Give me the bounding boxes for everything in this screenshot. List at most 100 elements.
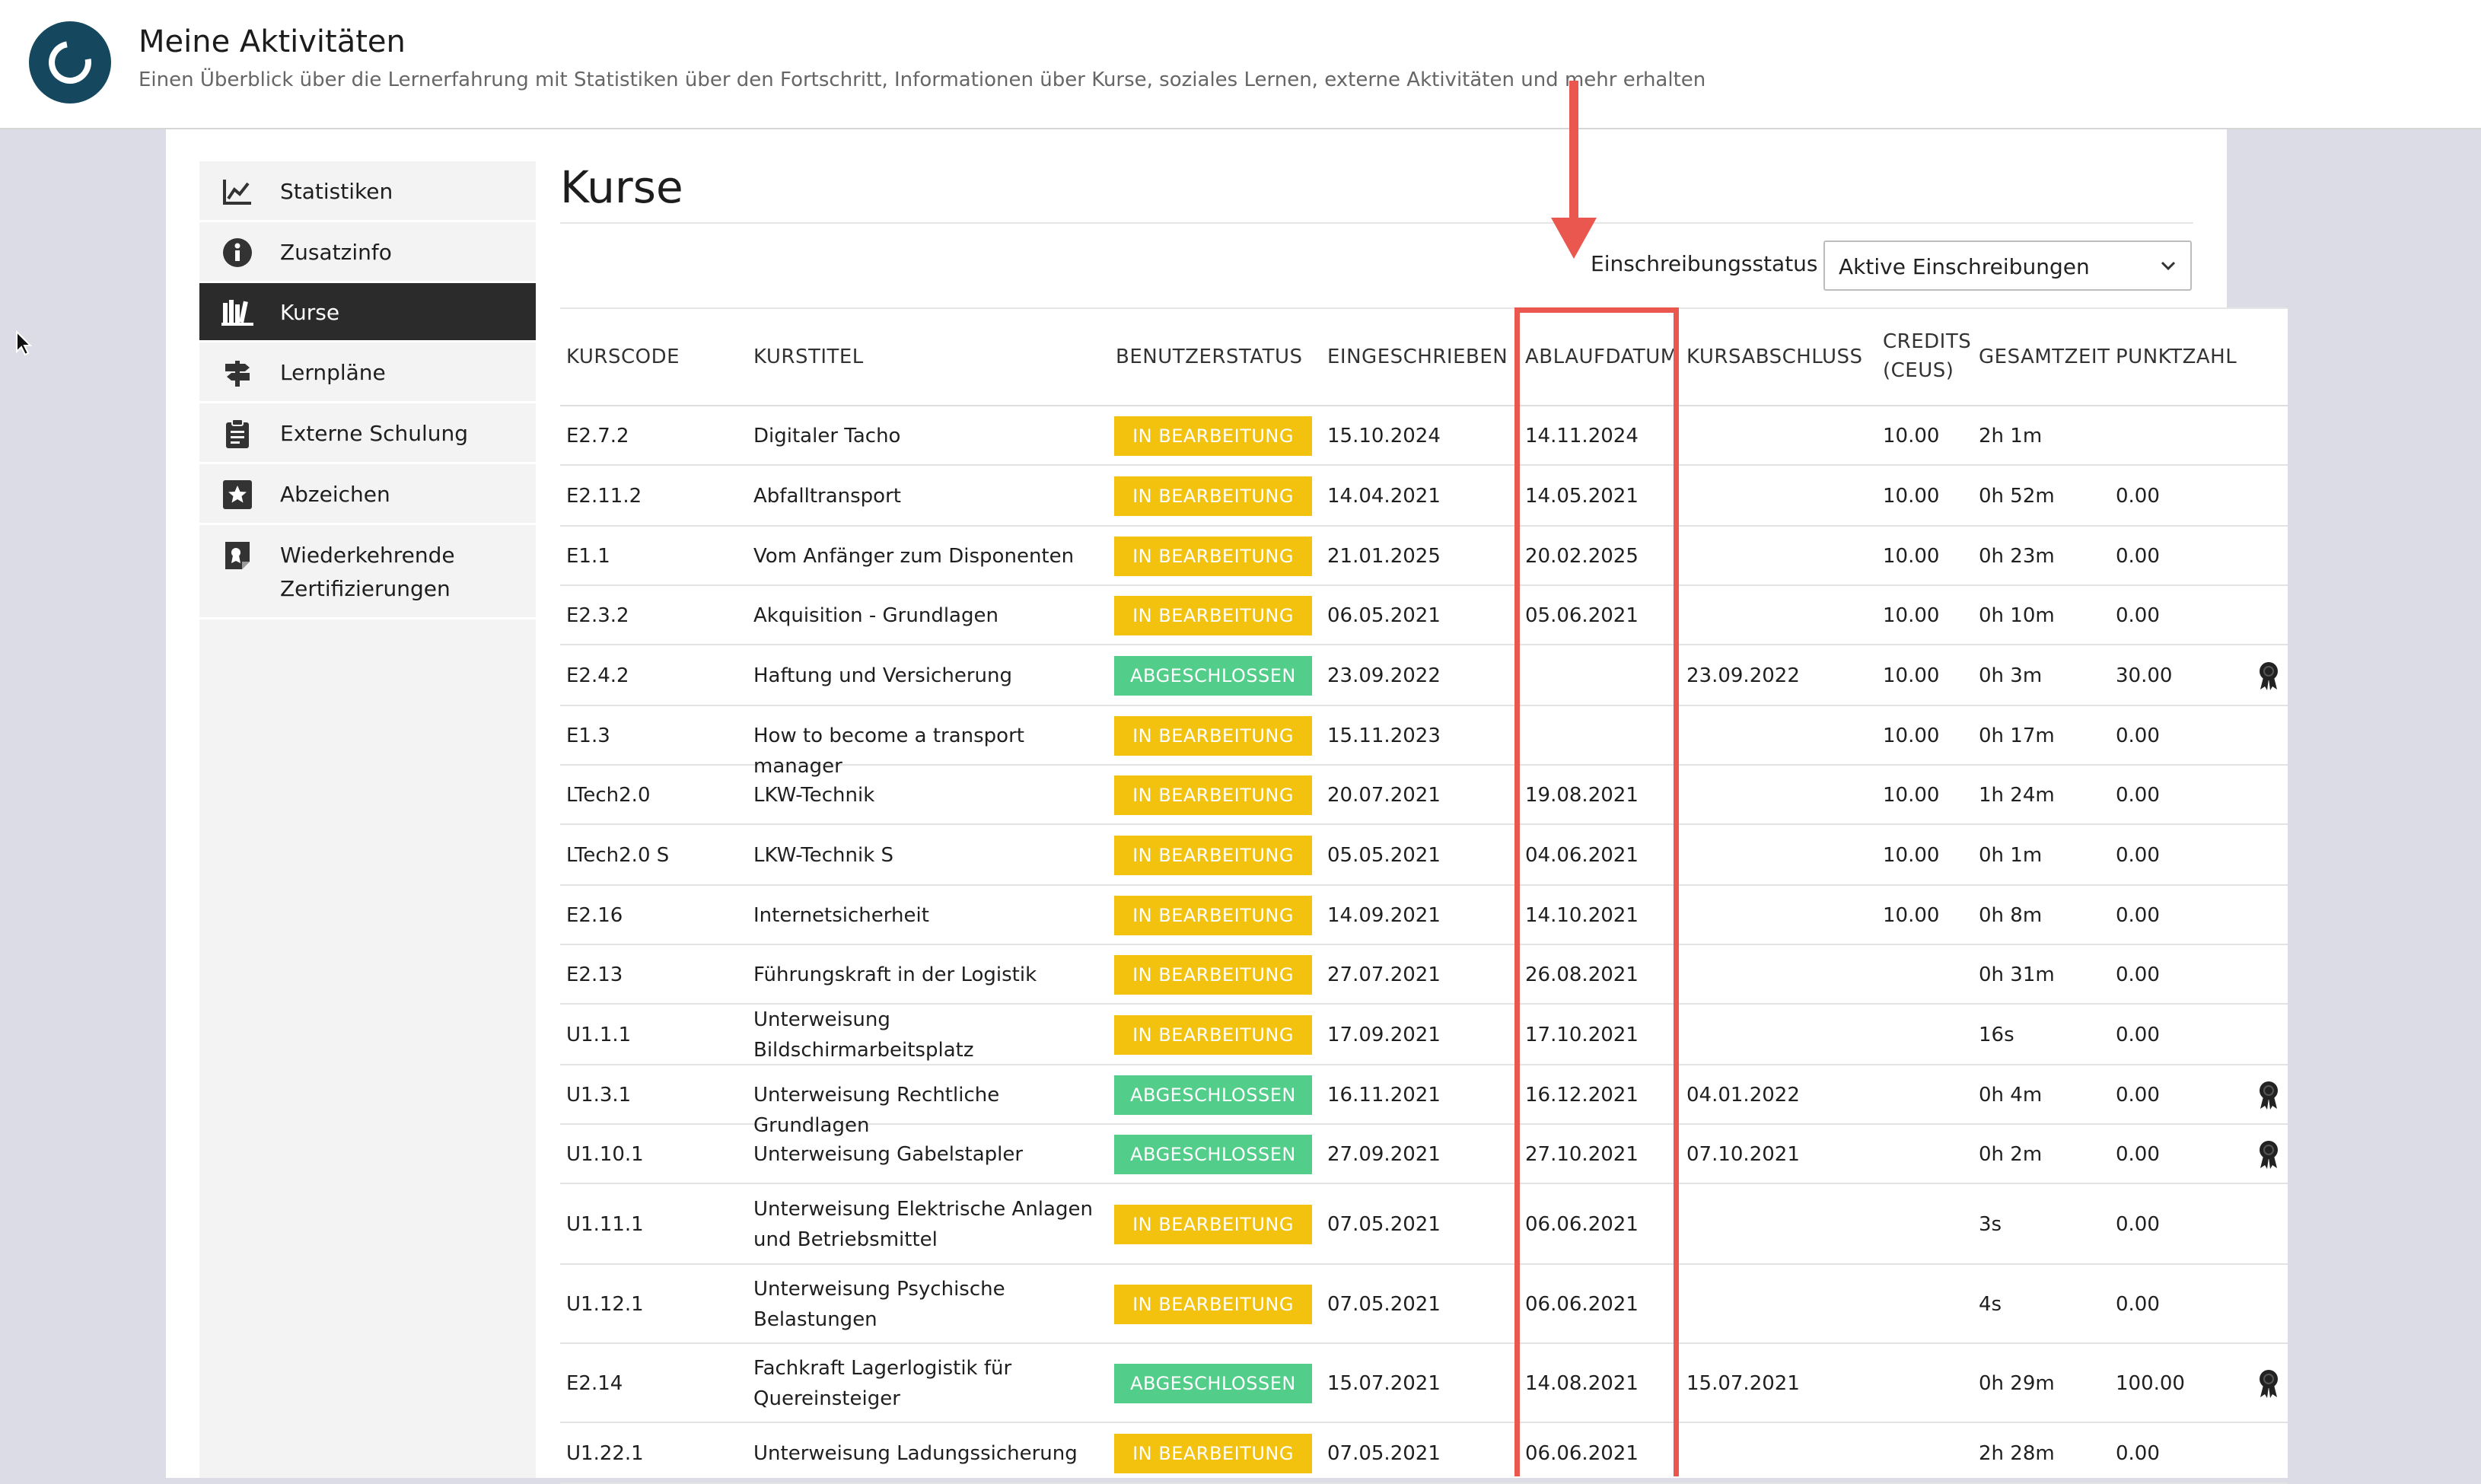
score: 0.00 [2116,1084,2160,1107]
status-badge: IN BEARBEITUNG [1114,1015,1312,1055]
table-row[interactable]: LTech2.0 S LKW-Technik S 05.05.2021 04.06.2… [560,825,2288,886]
course-title[interactable]: Unterweisung Ladungssicherung [753,1438,1104,1469]
award-ribbon-icon[interactable] [2256,661,2282,691]
course-title[interactable]: Fachkraft Lagerlogistik für Quereinsteig… [753,1353,1104,1414]
column-header-benutzerstatus[interactable]: BENUTZERSTATUS [1116,342,1302,371]
page-title: Meine Aktivitäten [139,24,406,59]
sidebar-item-wiederkehrende-zertifizierungen[interactable]: Wiederkehrende Zertifizierungen [199,525,536,619]
chart-icon [221,177,254,207]
column-header-kursabschluss[interactable]: KURSABSCHLUSS [1686,342,1863,371]
course-code: E1.1 [566,545,610,568]
sidebar-item-abzeichen[interactable]: Abzeichen [199,464,536,525]
status-badge: IN BEARBEITUNG [1114,1285,1312,1324]
column-header-ablaufdatum[interactable]: ABLAUFDATUM [1525,342,1678,371]
course-title[interactable]: Führungskraft in der Logistik [753,960,1104,990]
sidebar-item-lernplaene[interactable]: Lernpläne [199,342,536,403]
course-title[interactable]: Unterweisung Elektrische Anlagen und Bet… [753,1194,1104,1255]
table-row[interactable]: U1.22.1 Unterweisung Ladungssicherung 07.0… [560,1423,2288,1484]
course-title[interactable]: Unterweisung Bildschirmarbeitsplatz [753,1005,1104,1065]
credits: 10.00 [1883,724,1940,747]
expiry-date: 06.06.2021 [1525,1293,1639,1316]
course-code: E2.7.2 [566,425,629,447]
sidebar-item-zusatzinfo[interactable]: Zusatzinfo [199,222,536,283]
table-row[interactable]: U1.1.1 Unterweisung Bildschirmarbeitsplat… [560,1005,2288,1065]
score: 0.00 [2116,784,2160,807]
status-badge: IN BEARBEITUNG [1114,537,1312,576]
annotation-arrow [1569,81,1578,230]
expiry-date: 14.11.2024 [1525,425,1639,447]
total-time: 0h 29m [1979,1372,2055,1395]
table-row[interactable]: LTech2.0 LKW-Technik 20.07.2021 19.08.2021 1… [560,766,2288,825]
table-row[interactable]: E1.3 How to become a transport manager 15.… [560,706,2288,778]
sidebar-item-label: Abzeichen [280,482,390,507]
enrolled-date: 15.10.2024 [1327,425,1441,447]
column-header-kurstitel[interactable]: KURSTITEL [753,342,864,371]
credits: 10.00 [1883,425,1940,447]
enrolled-date: 23.09.2022 [1327,664,1441,687]
enrollment-status-label: Einschreibungsstatus [1591,251,1818,276]
table-row[interactable]: E2.13 Führungskraft in der Logistik 27.07.… [560,945,2288,1005]
course-title[interactable]: Haftung und Versicherung [753,661,1104,691]
enrolled-date: 05.05.2021 [1327,844,1441,867]
table-row[interactable]: U1.12.1 Unterweisung Psychische Belastung… [560,1265,2288,1344]
enrollment-status-select[interactable]: Aktive Einschreibungen [1823,240,2192,291]
course-title[interactable]: Digitaler Tacho [753,421,1104,451]
table-row[interactable]: U1.11.1 Unterweisung Elektrische Anlagen … [560,1184,2288,1265]
status-badge: IN BEARBEITUNG [1114,775,1312,815]
sidebar-item-kurse[interactable]: Kurse [199,283,536,342]
expiry-date: 20.02.2025 [1525,545,1639,568]
credits: 10.00 [1883,844,1940,867]
total-time: 0h 8m [1979,904,2043,927]
course-title[interactable]: Vom Anfänger zum Disponenten [753,541,1104,572]
score: 0.00 [2116,1293,2160,1316]
table-row[interactable]: E2.3.2 Akquisition - Grundlagen 06.05.2021… [560,586,2288,645]
expiry-date: 19.08.2021 [1525,784,1639,807]
status-badge: IN BEARBEITUNG [1114,1434,1312,1473]
course-code: U1.22.1 [566,1442,644,1465]
award-ribbon-icon[interactable] [2256,1080,2282,1110]
mouse-cursor-icon [15,330,33,359]
course-title[interactable]: LKW-Technik [753,780,1104,810]
course-title[interactable]: Internetsicherheit [753,900,1104,931]
column-header-gesamtzeit[interactable]: GESAMTZEIT [1979,342,2110,371]
total-time: 0h 1m [1979,844,2043,867]
star-badge-icon [221,479,254,510]
course-code: E2.4.2 [566,664,629,687]
award-ribbon-icon[interactable] [2256,1368,2282,1399]
table-row[interactable]: E2.4.2 Haftung und Versicherung 23.09.2022… [560,645,2288,706]
credits: 10.00 [1883,604,1940,627]
expiry-date: 14.05.2021 [1525,485,1639,508]
course-title[interactable]: Unterweisung Gabelstapler [753,1139,1104,1170]
column-header-punktzahl[interactable]: PUNKTZAHL [2116,342,2237,371]
course-title[interactable]: Abfalltransport [753,481,1104,511]
column-header-kurscode[interactable]: KURSCODE [566,342,680,371]
total-time: 0h 31m [1979,963,2055,986]
column-header-eingeschrieben[interactable]: EINGESCHRIEBEN [1327,342,1508,371]
enrolled-date: 07.05.2021 [1327,1213,1441,1236]
total-time: 16s [1979,1024,2014,1046]
table-row[interactable]: U1.3.1 Unterweisung Rechtliche Grundlagen… [560,1065,2288,1137]
award-ribbon-icon[interactable] [2256,1139,2282,1170]
course-title[interactable]: Unterweisung Psychische Belastungen [753,1274,1104,1335]
table-row[interactable]: E1.1 Vom Anfänger zum Disponenten 21.01.20… [560,527,2288,586]
sidebar-item-externe-schulung[interactable]: Externe Schulung [199,403,536,464]
table-row[interactable]: E2.11.2 Abfalltransport 14.04.2021 14.05.20… [560,466,2288,527]
course-code: U1.11.1 [566,1213,644,1236]
table-row[interactable]: U1.10.1 Unterweisung Gabelstapler 27.09.20… [560,1125,2288,1184]
sidebar-item-statistiken[interactable]: Statistiken [199,161,536,222]
table-row[interactable]: E2.16 Internetsicherheit 14.09.2021 14.10.2… [560,886,2288,945]
total-time: 2h 1m [1979,425,2043,447]
course-title[interactable]: Akquisition - Grundlagen [753,600,1104,631]
credits: 10.00 [1883,545,1940,568]
course-title[interactable]: LKW-Technik S [753,840,1104,871]
course-code: E2.11.2 [566,485,642,508]
score: 0.00 [2116,724,2160,747]
expiry-date: 06.06.2021 [1525,1442,1639,1465]
table-row[interactable]: E2.7.2 Digitaler Tacho 15.10.2024 14.11.202… [560,406,2288,466]
total-time: 0h 3m [1979,664,2043,687]
enrolled-date: 15.07.2021 [1327,1372,1441,1395]
column-header-credits[interactable]: CREDITS (CEUS) [1883,327,1974,385]
total-time: 1h 24m [1979,784,2055,807]
table-row[interactable]: E2.14 Fachkraft Lagerlogistik für Querein… [560,1344,2288,1423]
score: 0.00 [2116,545,2160,568]
